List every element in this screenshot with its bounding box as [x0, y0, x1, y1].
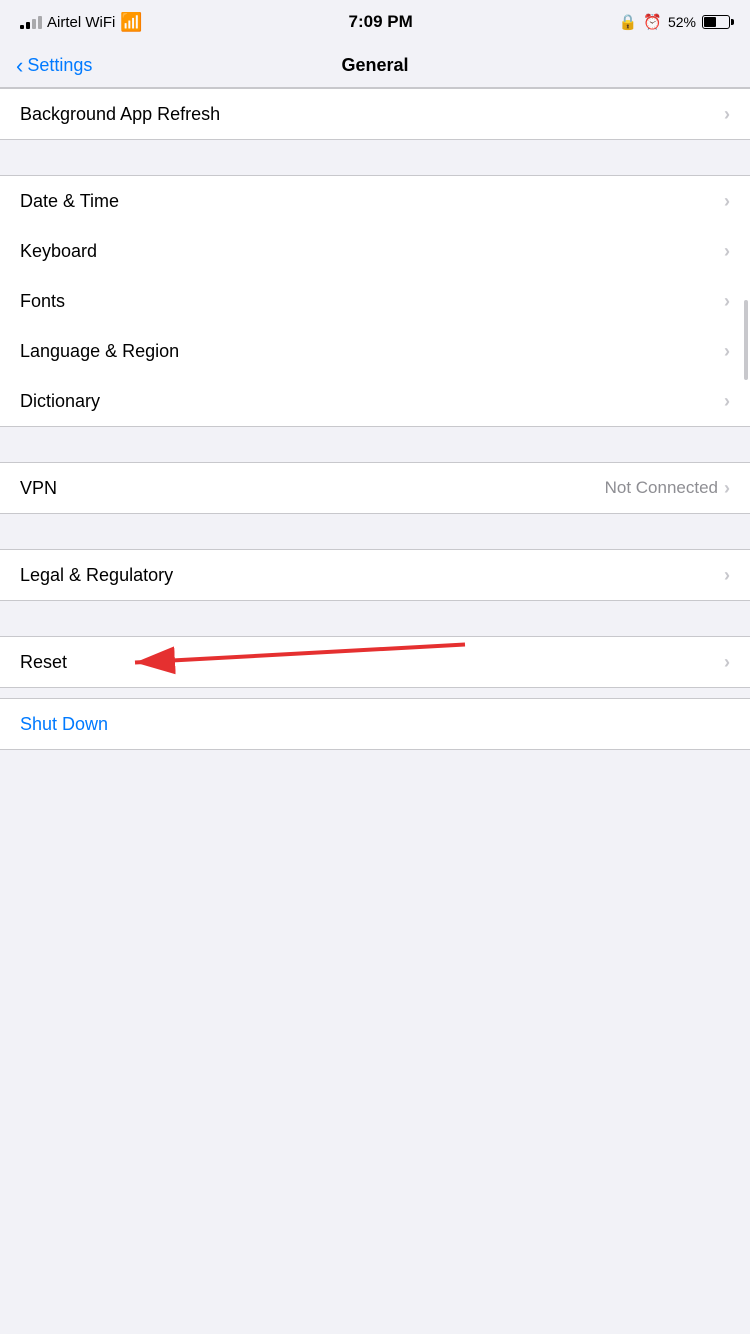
red-arrow-annotation	[110, 635, 470, 685]
alarm-icon: ⏰	[643, 13, 662, 31]
row-right: ›	[724, 191, 730, 212]
spacer-2	[0, 427, 750, 462]
spacer-5	[0, 688, 750, 698]
datetime-section: Date & Time › Keyboard › Fonts › Languag…	[0, 175, 750, 427]
vpn-status: Not Connected	[605, 478, 718, 498]
date-time-label: Date & Time	[20, 191, 119, 212]
wifi-icon: 📶	[120, 12, 142, 33]
status-right: 🔒 ⏰ 52%	[619, 13, 730, 31]
chevron-icon: ›	[724, 104, 730, 125]
top-section: Background App Refresh ›	[0, 88, 750, 140]
legal-regulatory-label: Legal & Regulatory	[20, 565, 173, 586]
keyboard-row[interactable]: Keyboard ›	[0, 226, 750, 276]
chevron-icon: ›	[724, 652, 730, 673]
vpn-label: VPN	[20, 478, 57, 499]
spacer-bottom	[0, 750, 750, 810]
page-title: General	[341, 55, 408, 76]
shutdown-row[interactable]: Shut Down	[0, 698, 750, 750]
dictionary-row[interactable]: Dictionary ›	[0, 376, 750, 426]
chevron-icon: ›	[724, 191, 730, 212]
row-right: ›	[724, 652, 730, 673]
status-time: 7:09 PM	[349, 12, 413, 32]
fonts-label: Fonts	[20, 291, 65, 312]
back-button[interactable]: ‹ Settings	[16, 55, 92, 77]
status-bar: Airtel WiFi 📶 7:09 PM 🔒 ⏰ 52%	[0, 0, 750, 44]
settings-content: Background App Refresh › Date & Time › K…	[0, 88, 750, 810]
row-right: ›	[724, 291, 730, 312]
chevron-icon: ›	[724, 341, 730, 362]
reset-row[interactable]: Reset ›	[0, 637, 750, 687]
reset-section: Reset ›	[0, 636, 750, 688]
lock-icon: 🔒	[619, 13, 638, 31]
dictionary-label: Dictionary	[20, 391, 100, 412]
legal-regulatory-row[interactable]: Legal & Regulatory ›	[0, 550, 750, 600]
language-region-label: Language & Region	[20, 341, 179, 362]
nav-bar: ‹ Settings General	[0, 44, 750, 88]
battery-indicator	[702, 15, 730, 29]
status-left: Airtel WiFi 📶	[20, 12, 143, 33]
row-right: ›	[724, 391, 730, 412]
shutdown-label: Shut Down	[20, 714, 108, 735]
chevron-icon: ›	[724, 478, 730, 499]
fonts-row[interactable]: Fonts ›	[0, 276, 750, 326]
battery-percent: 52%	[668, 14, 696, 30]
row-right: ›	[724, 104, 730, 125]
keyboard-label: Keyboard	[20, 241, 97, 262]
legal-section: Legal & Regulatory ›	[0, 549, 750, 601]
chevron-icon: ›	[724, 565, 730, 586]
chevron-icon: ›	[724, 291, 730, 312]
background-app-refresh-label: Background App Refresh	[20, 104, 220, 125]
vpn-section: VPN Not Connected ›	[0, 462, 750, 514]
back-arrow-icon: ‹	[16, 55, 23, 77]
spacer-4	[0, 601, 750, 636]
row-right: ›	[724, 241, 730, 262]
row-right: Not Connected ›	[605, 478, 730, 499]
row-right: ›	[724, 565, 730, 586]
row-right: ›	[724, 341, 730, 362]
background-app-refresh-row[interactable]: Background App Refresh ›	[0, 89, 750, 139]
carrier-label: Airtel WiFi	[47, 14, 115, 31]
reset-label: Reset	[20, 652, 67, 673]
chevron-icon: ›	[724, 241, 730, 262]
back-button-label: Settings	[27, 55, 92, 76]
signal-bars-icon	[20, 15, 42, 29]
spacer-3	[0, 514, 750, 549]
vpn-row[interactable]: VPN Not Connected ›	[0, 463, 750, 513]
scrollbar-indicator	[744, 300, 748, 380]
language-region-row[interactable]: Language & Region ›	[0, 326, 750, 376]
spacer-1	[0, 140, 750, 175]
date-time-row[interactable]: Date & Time ›	[0, 176, 750, 226]
chevron-icon: ›	[724, 391, 730, 412]
